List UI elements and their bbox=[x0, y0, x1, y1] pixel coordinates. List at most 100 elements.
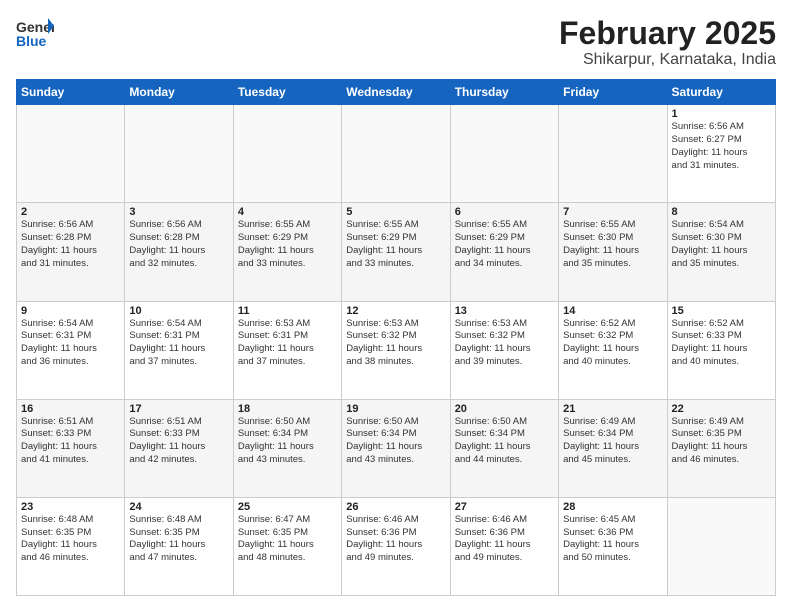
title-section: February 2025 Shikarpur, Karnataka, Indi… bbox=[559, 16, 776, 69]
day-number: 6 bbox=[455, 206, 554, 218]
day-info: Sunrise: 6:52 AM Sunset: 6:33 PM Dayligh… bbox=[672, 318, 771, 369]
day-number: 12 bbox=[346, 305, 445, 317]
day-number: 1 bbox=[672, 108, 771, 120]
day-number: 7 bbox=[563, 206, 662, 218]
calendar-table: SundayMondayTuesdayWednesdayThursdayFrid… bbox=[16, 79, 776, 596]
calendar-cell: 5Sunrise: 6:55 AM Sunset: 6:29 PM Daylig… bbox=[342, 203, 450, 301]
day-info: Sunrise: 6:49 AM Sunset: 6:35 PM Dayligh… bbox=[672, 416, 771, 467]
calendar-cell: 1Sunrise: 6:56 AM Sunset: 6:27 PM Daylig… bbox=[667, 105, 775, 203]
day-number: 13 bbox=[455, 305, 554, 317]
day-number: 20 bbox=[455, 403, 554, 415]
weekday-header-saturday: Saturday bbox=[667, 80, 775, 105]
calendar-cell bbox=[559, 105, 667, 203]
day-info: Sunrise: 6:55 AM Sunset: 6:29 PM Dayligh… bbox=[346, 219, 445, 270]
day-info: Sunrise: 6:55 AM Sunset: 6:29 PM Dayligh… bbox=[455, 219, 554, 270]
day-info: Sunrise: 6:56 AM Sunset: 6:27 PM Dayligh… bbox=[672, 121, 771, 172]
calendar-cell: 15Sunrise: 6:52 AM Sunset: 6:33 PM Dayli… bbox=[667, 301, 775, 399]
calendar-cell: 16Sunrise: 6:51 AM Sunset: 6:33 PM Dayli… bbox=[17, 399, 125, 497]
day-info: Sunrise: 6:52 AM Sunset: 6:32 PM Dayligh… bbox=[563, 318, 662, 369]
day-number: 4 bbox=[238, 206, 337, 218]
day-info: Sunrise: 6:48 AM Sunset: 6:35 PM Dayligh… bbox=[21, 514, 120, 565]
weekday-header-thursday: Thursday bbox=[450, 80, 558, 105]
day-info: Sunrise: 6:53 AM Sunset: 6:31 PM Dayligh… bbox=[238, 318, 337, 369]
calendar-cell: 13Sunrise: 6:53 AM Sunset: 6:32 PM Dayli… bbox=[450, 301, 558, 399]
calendar-cell: 22Sunrise: 6:49 AM Sunset: 6:35 PM Dayli… bbox=[667, 399, 775, 497]
calendar-cell: 7Sunrise: 6:55 AM Sunset: 6:30 PM Daylig… bbox=[559, 203, 667, 301]
calendar-week-1: 1Sunrise: 6:56 AM Sunset: 6:27 PM Daylig… bbox=[17, 105, 776, 203]
calendar-cell: 8Sunrise: 6:54 AM Sunset: 6:30 PM Daylig… bbox=[667, 203, 775, 301]
calendar-header: SundayMondayTuesdayWednesdayThursdayFrid… bbox=[17, 80, 776, 105]
calendar-cell: 25Sunrise: 6:47 AM Sunset: 6:35 PM Dayli… bbox=[233, 497, 341, 595]
day-info: Sunrise: 6:51 AM Sunset: 6:33 PM Dayligh… bbox=[129, 416, 228, 467]
day-number: 27 bbox=[455, 501, 554, 513]
calendar-cell: 17Sunrise: 6:51 AM Sunset: 6:33 PM Dayli… bbox=[125, 399, 233, 497]
calendar-cell: 9Sunrise: 6:54 AM Sunset: 6:31 PM Daylig… bbox=[17, 301, 125, 399]
calendar-week-5: 23Sunrise: 6:48 AM Sunset: 6:35 PM Dayli… bbox=[17, 497, 776, 595]
day-info: Sunrise: 6:50 AM Sunset: 6:34 PM Dayligh… bbox=[346, 416, 445, 467]
calendar-week-2: 2Sunrise: 6:56 AM Sunset: 6:28 PM Daylig… bbox=[17, 203, 776, 301]
day-number: 24 bbox=[129, 501, 228, 513]
day-number: 2 bbox=[21, 206, 120, 218]
calendar-cell: 3Sunrise: 6:56 AM Sunset: 6:28 PM Daylig… bbox=[125, 203, 233, 301]
calendar-subtitle: Shikarpur, Karnataka, India bbox=[559, 51, 776, 69]
day-number: 25 bbox=[238, 501, 337, 513]
day-info: Sunrise: 6:54 AM Sunset: 6:31 PM Dayligh… bbox=[129, 318, 228, 369]
page: General Blue February 2025 Shikarpur, Ka… bbox=[0, 0, 792, 612]
calendar-week-3: 9Sunrise: 6:54 AM Sunset: 6:31 PM Daylig… bbox=[17, 301, 776, 399]
calendar-cell: 26Sunrise: 6:46 AM Sunset: 6:36 PM Dayli… bbox=[342, 497, 450, 595]
calendar-cell: 10Sunrise: 6:54 AM Sunset: 6:31 PM Dayli… bbox=[125, 301, 233, 399]
day-number: 14 bbox=[563, 305, 662, 317]
day-info: Sunrise: 6:46 AM Sunset: 6:36 PM Dayligh… bbox=[455, 514, 554, 565]
day-number: 9 bbox=[21, 305, 120, 317]
day-number: 26 bbox=[346, 501, 445, 513]
calendar-cell: 20Sunrise: 6:50 AM Sunset: 6:34 PM Dayli… bbox=[450, 399, 558, 497]
calendar-cell: 2Sunrise: 6:56 AM Sunset: 6:28 PM Daylig… bbox=[17, 203, 125, 301]
day-number: 17 bbox=[129, 403, 228, 415]
calendar-cell: 12Sunrise: 6:53 AM Sunset: 6:32 PM Dayli… bbox=[342, 301, 450, 399]
day-info: Sunrise: 6:55 AM Sunset: 6:30 PM Dayligh… bbox=[563, 219, 662, 270]
day-number: 23 bbox=[21, 501, 120, 513]
day-number: 10 bbox=[129, 305, 228, 317]
calendar-cell: 18Sunrise: 6:50 AM Sunset: 6:34 PM Dayli… bbox=[233, 399, 341, 497]
day-number: 15 bbox=[672, 305, 771, 317]
day-info: Sunrise: 6:55 AM Sunset: 6:29 PM Dayligh… bbox=[238, 219, 337, 270]
day-info: Sunrise: 6:50 AM Sunset: 6:34 PM Dayligh… bbox=[238, 416, 337, 467]
day-info: Sunrise: 6:56 AM Sunset: 6:28 PM Dayligh… bbox=[21, 219, 120, 270]
day-info: Sunrise: 6:50 AM Sunset: 6:34 PM Dayligh… bbox=[455, 416, 554, 467]
day-info: Sunrise: 6:49 AM Sunset: 6:34 PM Dayligh… bbox=[563, 416, 662, 467]
calendar-cell: 11Sunrise: 6:53 AM Sunset: 6:31 PM Dayli… bbox=[233, 301, 341, 399]
logo-icon: General Blue bbox=[16, 16, 54, 48]
day-number: 8 bbox=[672, 206, 771, 218]
calendar-cell: 4Sunrise: 6:55 AM Sunset: 6:29 PM Daylig… bbox=[233, 203, 341, 301]
calendar-cell bbox=[125, 105, 233, 203]
day-number: 28 bbox=[563, 501, 662, 513]
weekday-header-friday: Friday bbox=[559, 80, 667, 105]
calendar-cell: 21Sunrise: 6:49 AM Sunset: 6:34 PM Dayli… bbox=[559, 399, 667, 497]
weekday-header-tuesday: Tuesday bbox=[233, 80, 341, 105]
day-info: Sunrise: 6:54 AM Sunset: 6:31 PM Dayligh… bbox=[21, 318, 120, 369]
weekday-header-monday: Monday bbox=[125, 80, 233, 105]
weekday-header-row: SundayMondayTuesdayWednesdayThursdayFrid… bbox=[17, 80, 776, 105]
weekday-header-sunday: Sunday bbox=[17, 80, 125, 105]
day-info: Sunrise: 6:47 AM Sunset: 6:35 PM Dayligh… bbox=[238, 514, 337, 565]
calendar-cell: 27Sunrise: 6:46 AM Sunset: 6:36 PM Dayli… bbox=[450, 497, 558, 595]
day-info: Sunrise: 6:53 AM Sunset: 6:32 PM Dayligh… bbox=[455, 318, 554, 369]
day-info: Sunrise: 6:56 AM Sunset: 6:28 PM Dayligh… bbox=[129, 219, 228, 270]
calendar-cell bbox=[667, 497, 775, 595]
day-info: Sunrise: 6:53 AM Sunset: 6:32 PM Dayligh… bbox=[346, 318, 445, 369]
calendar-cell: 6Sunrise: 6:55 AM Sunset: 6:29 PM Daylig… bbox=[450, 203, 558, 301]
day-info: Sunrise: 6:54 AM Sunset: 6:30 PM Dayligh… bbox=[672, 219, 771, 270]
day-info: Sunrise: 6:46 AM Sunset: 6:36 PM Dayligh… bbox=[346, 514, 445, 565]
calendar-cell bbox=[342, 105, 450, 203]
day-number: 3 bbox=[129, 206, 228, 218]
day-number: 21 bbox=[563, 403, 662, 415]
calendar-cell: 14Sunrise: 6:52 AM Sunset: 6:32 PM Dayli… bbox=[559, 301, 667, 399]
header: General Blue February 2025 Shikarpur, Ka… bbox=[16, 16, 776, 69]
weekday-header-wednesday: Wednesday bbox=[342, 80, 450, 105]
calendar-cell: 23Sunrise: 6:48 AM Sunset: 6:35 PM Dayli… bbox=[17, 497, 125, 595]
logo: General Blue bbox=[16, 16, 54, 48]
day-info: Sunrise: 6:45 AM Sunset: 6:36 PM Dayligh… bbox=[563, 514, 662, 565]
day-number: 5 bbox=[346, 206, 445, 218]
day-number: 18 bbox=[238, 403, 337, 415]
calendar-body: 1Sunrise: 6:56 AM Sunset: 6:27 PM Daylig… bbox=[17, 105, 776, 596]
